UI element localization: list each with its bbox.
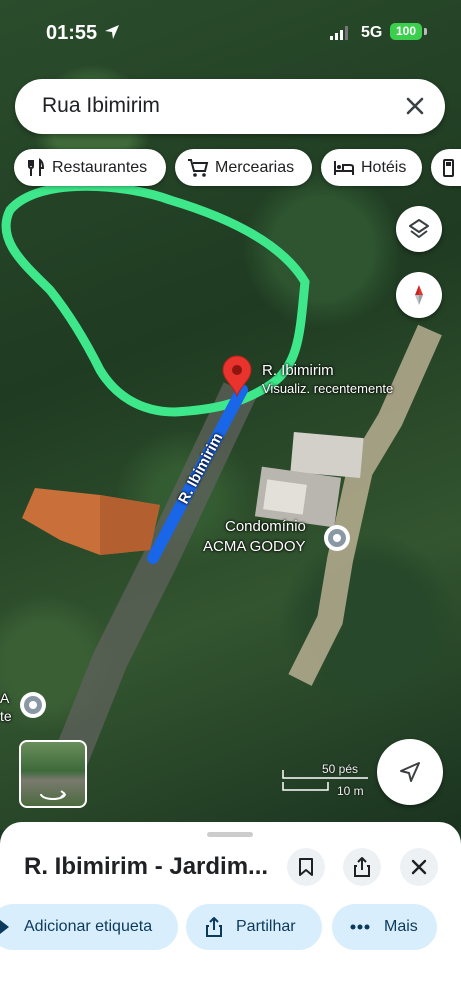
rotate-360-icon: [40, 790, 66, 800]
drag-handle[interactable]: [207, 832, 253, 837]
share-button[interactable]: Partilhar: [186, 904, 322, 950]
status-time: 01:55: [46, 22, 98, 44]
save-button[interactable]: [287, 848, 325, 886]
more-icon: [350, 924, 370, 930]
battery-tip: [424, 28, 427, 35]
close-sheet-button[interactable]: [400, 848, 438, 886]
label-icon: [0, 920, 9, 934]
scale-meters: 10 m: [337, 784, 364, 798]
action-label: Partilhar: [236, 918, 296, 935]
my-location-button[interactable]: [377, 739, 443, 805]
compass-icon: [415, 285, 423, 305]
share-icon: [354, 857, 370, 877]
green-drawn-outline: [1, 181, 310, 417]
chip-restaurants[interactable]: Restaurantes: [14, 149, 166, 186]
share-icon: [206, 917, 222, 937]
close-icon[interactable]: [403, 94, 427, 118]
close-icon: [411, 859, 427, 875]
status-bar: 01:55 5G 100: [0, 18, 461, 50]
more-button[interactable]: Mais: [332, 904, 437, 950]
pin-subtitle: Visualiz. recentemente: [262, 381, 394, 396]
scale-feet: 50 pés: [322, 762, 359, 776]
search-bar[interactable]: Rua Ibimirim: [15, 79, 445, 134]
white-building-1: [290, 432, 364, 478]
poi-left-label-2: te: [0, 708, 12, 724]
action-label: Adicionar etiqueta: [24, 918, 153, 935]
bookmark-icon: [299, 858, 313, 876]
location-arrow-icon: [105, 25, 119, 39]
action-label: Mais: [384, 918, 418, 935]
compass-button[interactable]: [396, 272, 442, 318]
battery-level: 100: [395, 24, 417, 38]
chip-groceries[interactable]: Mercearias: [175, 149, 312, 186]
chip-label: Restaurantes: [52, 158, 148, 176]
poi-left-label-1: A: [0, 690, 10, 706]
signal-icon: [330, 26, 348, 40]
chip-gas[interactable]: [431, 149, 461, 186]
place-sheet[interactable]: R. Ibimirim - Jardim... Adicionar etique…: [0, 822, 461, 1000]
street-view-thumbnail[interactable]: [19, 740, 87, 808]
poi-condominio-line1[interactable]: Condomínio: [225, 518, 306, 535]
pin-title: R. Ibimirim: [262, 362, 334, 379]
share-icon-button[interactable]: [343, 848, 381, 886]
poi-condominio-line2[interactable]: ACMA GODOY: [203, 538, 306, 555]
layers-icon: [409, 219, 429, 238]
chip-label: Mercearias: [215, 158, 295, 176]
battery-icon: 100: [390, 23, 422, 40]
navigation-arrow-icon: [400, 762, 420, 782]
restaurant-icon: [28, 157, 45, 176]
layers-button[interactable]: [396, 206, 442, 252]
poi-marker-condominio: [324, 525, 350, 551]
place-title: R. Ibimirim - Jardim...: [24, 853, 269, 880]
poi-marker-left: [20, 692, 46, 718]
chip-label: Hotéis: [361, 158, 407, 176]
hotel-icon: [334, 160, 354, 175]
search-input[interactable]: Rua Ibimirim: [42, 94, 160, 118]
add-label-button[interactable]: Adicionar etiqueta: [0, 904, 178, 950]
chip-hotels[interactable]: Hotéis: [321, 149, 422, 186]
gas-station-icon: [443, 158, 454, 177]
cart-icon: [188, 158, 209, 177]
network-type: 5G: [361, 24, 383, 41]
